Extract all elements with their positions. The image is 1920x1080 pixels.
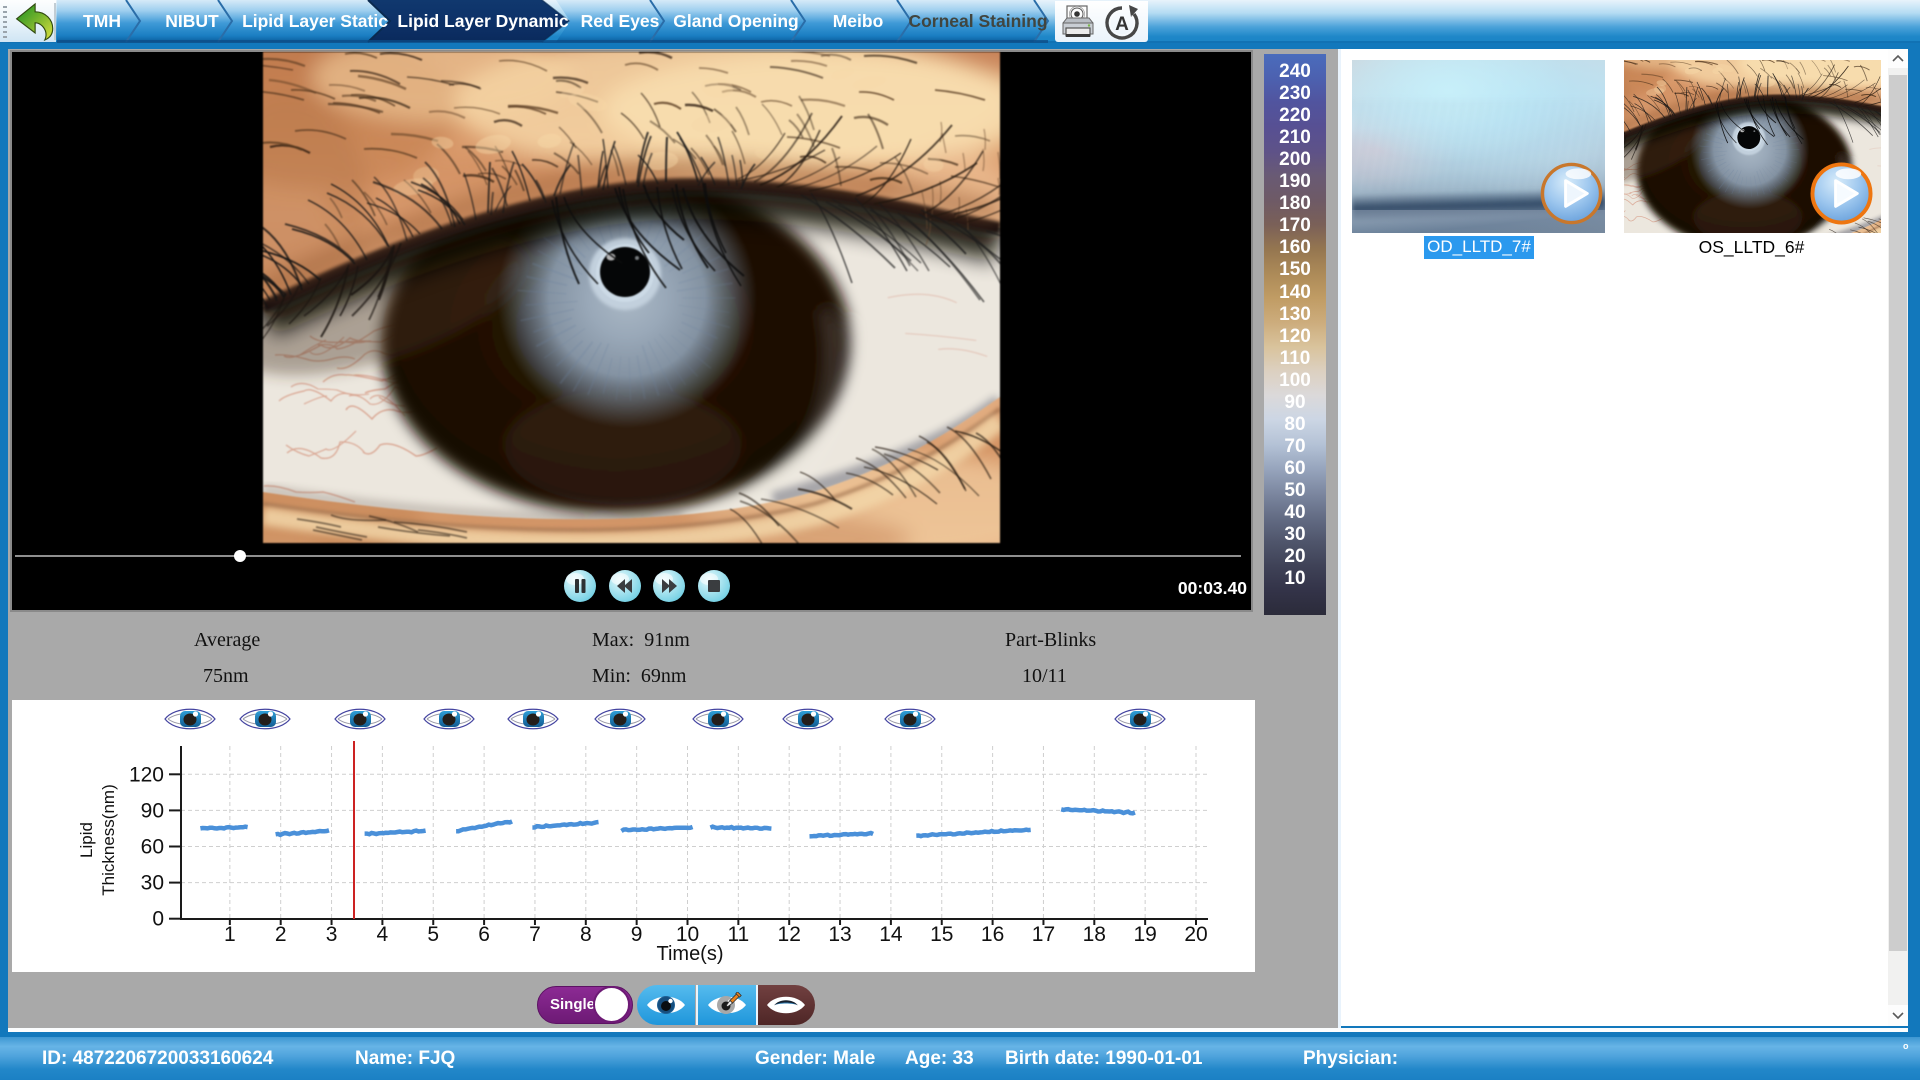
svg-text:7: 7	[529, 923, 541, 946]
svg-text:NIBUT: NIBUT	[165, 11, 219, 31]
svg-text:2: 2	[275, 923, 287, 946]
svg-text:18: 18	[1083, 923, 1106, 946]
svg-text:TMH: TMH	[83, 11, 121, 31]
svg-text:Lipid Layer Dynamic: Lipid Layer Dynamic	[397, 11, 568, 31]
svg-text:6: 6	[478, 923, 490, 946]
svg-text:Time(s): Time(s)	[656, 943, 723, 965]
svg-text:30: 30	[141, 872, 164, 895]
svg-text:5: 5	[427, 923, 439, 946]
svg-text:Lipid: Lipid	[77, 822, 96, 858]
svg-text:16: 16	[981, 923, 1004, 946]
svg-text:4: 4	[377, 923, 389, 946]
svg-text:9: 9	[631, 923, 643, 946]
svg-text:19: 19	[1133, 923, 1156, 946]
svg-text:0: 0	[152, 908, 164, 931]
svg-text:60: 60	[141, 836, 164, 859]
svg-text:A: A	[1115, 14, 1129, 35]
svg-text:Meibo: Meibo	[833, 11, 884, 31]
svg-text:Thickness(nm): Thickness(nm)	[99, 784, 118, 895]
svg-text:8: 8	[580, 923, 592, 946]
svg-text:3: 3	[326, 923, 338, 946]
svg-text:90: 90	[141, 799, 164, 822]
svg-text:1: 1	[224, 923, 236, 946]
svg-text:17: 17	[1032, 923, 1055, 946]
svg-text:120: 120	[129, 763, 164, 786]
svg-text:20: 20	[1184, 923, 1207, 946]
svg-text:Corneal Staining: Corneal Staining	[908, 11, 1047, 31]
svg-text:15: 15	[930, 923, 953, 946]
svg-text:Lipid Layer Static: Lipid Layer Static	[242, 11, 388, 31]
svg-text:14: 14	[879, 923, 903, 946]
svg-text:Red Eyes: Red Eyes	[581, 11, 660, 31]
svg-text:13: 13	[828, 923, 851, 946]
svg-text:Gland Opening: Gland Opening	[673, 11, 798, 31]
svg-text:11: 11	[727, 923, 749, 946]
svg-text:12: 12	[778, 923, 801, 946]
